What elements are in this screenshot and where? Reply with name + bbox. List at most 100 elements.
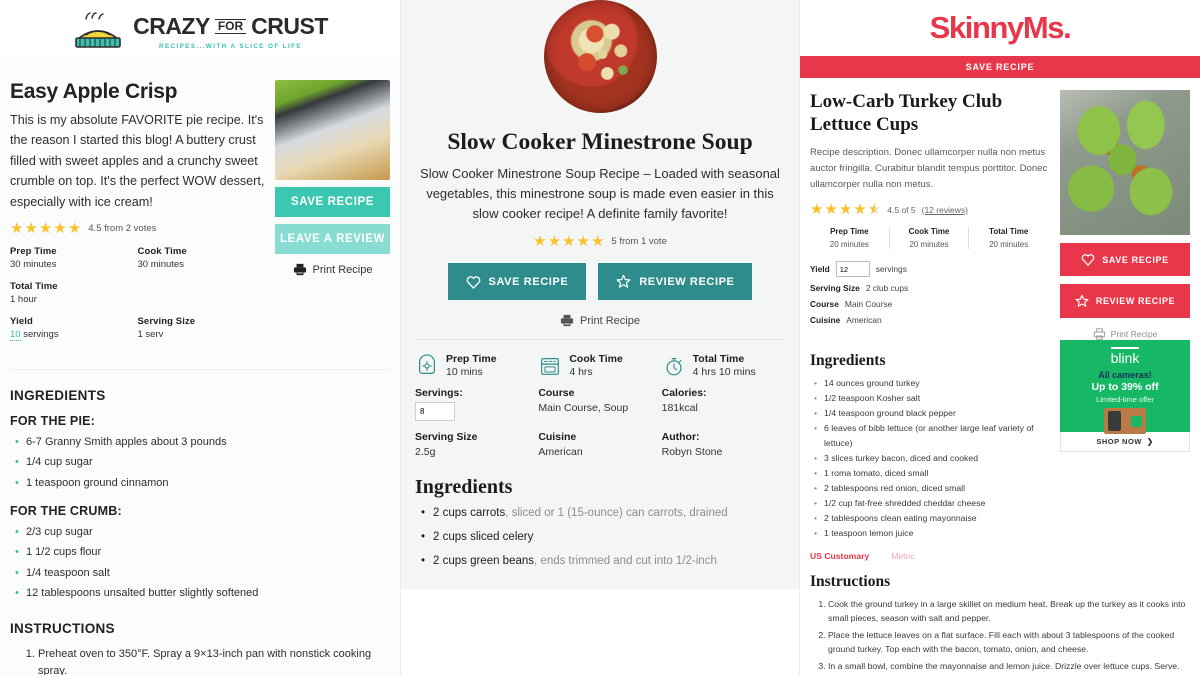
detail-label: Serving Size [415,431,478,444]
recipe-title: Low-Carb Turkey Club Lettuce Cups [810,91,1003,136]
advertisement-blink[interactable]: blink All cameras! Up to 39% off Limited… [1060,340,1190,541]
recipe-title: Easy Apple Crisp [10,80,178,103]
crazy-for-crust-header: CRAZY FOR CRUST RECIPES...WITH A SLICE O… [0,0,400,62]
list-item: 1 teaspoon lemon juice [810,526,1048,541]
star-rating-icon[interactable]: ★ ★ ★ ★ ★ [533,234,604,249]
cook-time-icon [538,354,562,378]
meta-value: 30 minutes [137,258,184,270]
detail-label: Calories: [661,387,707,400]
recipe-photo-apple-crisp [275,80,390,180]
list-item: 1 teaspoon ground cinnamon [10,473,390,494]
serving-size-label: Serving Size [810,283,860,294]
cuisine-value: American [846,315,882,326]
print-recipe-link[interactable]: Print Recipe [1060,328,1190,340]
list-item: Preheat oven to 350°F. Spray a 9×13-inch… [38,646,390,675]
printer-icon [1093,328,1106,340]
review-recipe-button[interactable]: REVIEW RECIPE [1060,284,1190,318]
meta-yield: Yield 10 servings [10,315,138,341]
divider [415,339,785,341]
ad-creative[interactable]: blink All cameras! Up to 39% off Limited… [1060,340,1190,434]
recipe-card-crazy-for-crust: CRAZY FOR CRUST RECIPES...WITH A SLICE O… [0,0,400,675]
list-item: Place the lettuce leaves on a flat surfa… [828,628,1190,657]
unit-us-customary[interactable]: US Customary [810,551,869,561]
brand-name: SkinnyMs [929,10,1065,45]
ad-line-1: All cameras! [1098,370,1152,380]
recipe-times-row: Prep Time 10 mins Cook Time 4 hrs Total … [415,353,785,378]
unit-metric[interactable]: Metric [891,551,914,561]
recipe-times-row: Prep Time 20 minutes Cook Time 20 minute… [810,227,1048,250]
yield-servings-number[interactable]: 10 [10,328,21,341]
total-time-label: Total Time [989,227,1029,237]
save-recipe-button[interactable]: SAVE RECIPE [447,263,587,301]
total-time-block: Total Time 20 minutes [969,227,1048,249]
print-recipe-label: Print Recipe [580,314,640,327]
skinnyms-logo[interactable]: SkinnyMs. [929,10,1072,46]
prep-time-value: 10 mins [446,366,483,379]
total-time-value: 4 hrs 10 mins [692,366,756,379]
detail-value: Robyn Stone [661,446,723,459]
detail-calories: Calories: 181kcal [662,387,785,421]
detail-value: 181kcal [661,402,698,415]
ingredients-heading: INGREDIENTS [10,387,106,403]
meta-prep-time: Prep Time 30 minutes [10,246,138,270]
detail-label: Course [538,387,575,400]
leave-a-review-button[interactable]: LEAVE A REVIEW [275,224,390,254]
recipe-description: Slow Cooker Minestrone Soup Recipe – Loa… [420,166,780,221]
servings-input[interactable] [415,402,455,422]
ingredients-heading: Ingredients [810,352,886,369]
meta-cook-time: Cook Time 30 minutes [138,246,266,270]
crazy-for-crust-logo[interactable]: CRAZY FOR CRUST RECIPES...WITH A SLICE O… [72,11,328,51]
review-recipe-button[interactable]: REVIEW RECIPE [598,263,753,301]
recipe-rating[interactable]: ★ ★ ★ ★ ★ 4.5 from 2 votes [10,221,265,236]
cook-time-label: Cook Time [569,353,623,366]
recipe-rating[interactable]: ★ ★ ★ ★ ★ 5 from 1 vote [415,234,785,249]
chevron-right-icon: ❯ [1146,437,1154,446]
star-rating-icon[interactable]: ★ ★ ★ ★ ★ [10,221,81,236]
review-recipe-label: REVIEW RECIPE [1095,296,1176,306]
prep-time-block: Prep Time 10 mins [415,353,538,378]
list-item: Cook the ground turkey in a large skille… [828,597,1190,626]
ingredient-main: 2 cups carrots [433,507,506,520]
detail-cuisine: Cuisine American [538,431,661,458]
ad-brand-blink: blink [1110,347,1140,366]
recipe-title: Slow Cooker Minestrone Soup [447,129,753,155]
meta-value: 10 servings [10,328,138,341]
meta-label: Yield [10,315,33,327]
instructions-heading: INSTRUCTIONS [10,621,115,637]
detail-label: Cuisine [538,431,577,444]
course-value: Main Course [844,299,893,310]
cook-time-block: Cook Time 4 hrs [538,353,661,378]
cook-time-block: Cook Time 20 minutes [890,227,970,250]
ad-shop-now-button[interactable]: SHOP NOW ❯ [1060,432,1190,452]
rating-count-text: 5 from 1 vote [611,236,667,248]
brand-name-part1: CRAZY [133,12,210,39]
star-rating-icon[interactable]: ★ ★ ★ ★ ★ [810,202,881,217]
list-item: In a small bowl, combine the mayonnaise … [828,659,1190,674]
list-item: 6 leaves of bibb lettuce (or another lar… [810,421,1048,451]
detail-label: Servings: [415,387,463,400]
total-time-value: 20 minutes [989,240,1029,250]
recipe-photo-turkey-lettuce-cups [1060,90,1190,235]
ingredient-list-pie: 6-7 Granny Smith apples about 3 pounds 1… [10,432,390,493]
top-save-recipe-bar[interactable]: SAVE RECIPE [800,56,1200,78]
ingredient-list: 2 cups carrots, sliced or 1 (15-ounce) c… [415,505,785,570]
save-recipe-button[interactable]: SAVE RECIPE [275,187,390,217]
list-item: 1/2 cup fat-free shredded cheddar cheese [810,496,1048,511]
recipe-rating[interactable]: ★★★★★ 4.5 of 5 (12 reviews) [810,202,1048,217]
print-recipe-link[interactable]: Print Recipe [415,314,785,327]
recipe-photo-minestrone-soup [543,0,657,113]
list-item: 1/2 teaspoon Kosher salt [810,391,1048,406]
list-item: 2/3 cup sugar [10,522,390,543]
yield-unit: servings [875,264,907,275]
reviews-link[interactable]: (12 reviews) [922,205,968,215]
print-recipe-link[interactable]: Print Recipe [275,263,390,276]
list-item: 1 roma tomato, diced small [810,466,1048,481]
save-recipe-button[interactable]: SAVE RECIPE [1060,243,1190,276]
recipe-description: This is my absolute FAVORITE pie recipe.… [10,113,265,209]
ingredient-group-heading-pie: FOR THE PIE: [10,413,96,428]
yield-input[interactable] [835,261,870,278]
list-item: 2 cups green beans, ends trimmed and cut… [415,553,785,570]
list-item: 1/4 cup sugar [10,452,390,473]
brand-dot: . [1063,10,1072,45]
list-item: 12 tablespoons unsalted butter slightly … [10,583,390,604]
